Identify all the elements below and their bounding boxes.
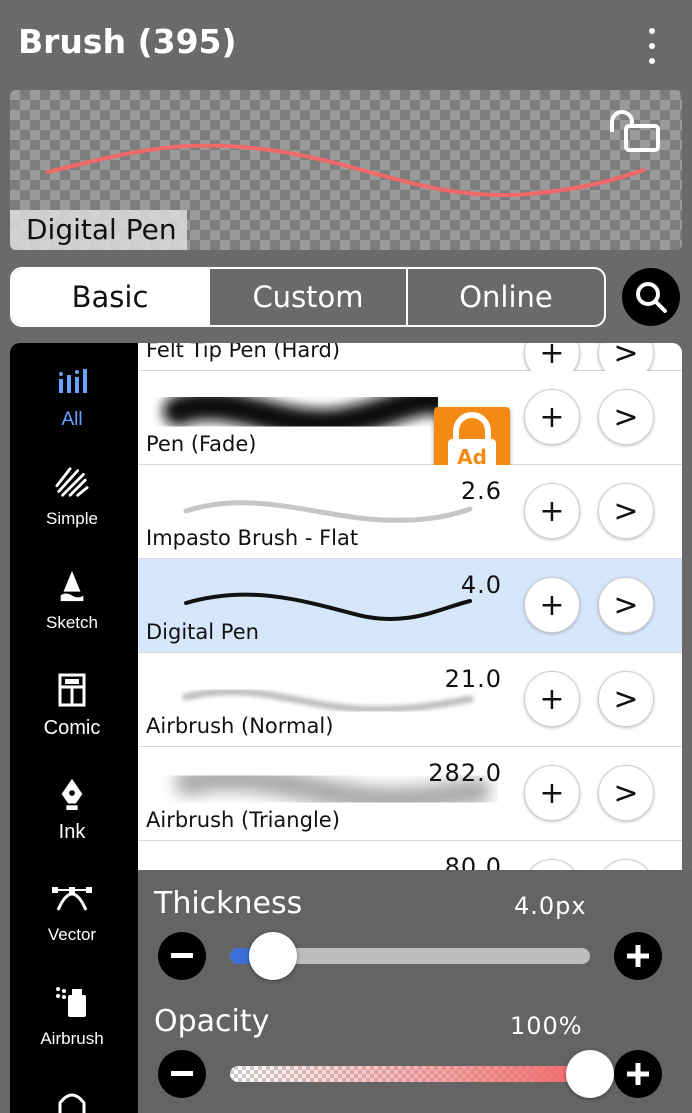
opacity-value: 100%: [510, 1012, 583, 1040]
brush-name: Pen (Fade): [146, 432, 257, 456]
list-item[interactable]: Ad Pen (Fade) + >: [138, 371, 682, 487]
brush-list[interactable]: Felt Tip Pen (Hard) + > Ad Pen (Fade) + …: [138, 343, 682, 870]
add-brush-button[interactable]: +: [524, 859, 580, 870]
minus-icon: [171, 953, 193, 958]
tab-online[interactable]: Online: [406, 269, 604, 325]
category-more[interactable]: [10, 1085, 134, 1113]
bezier-icon: [52, 887, 92, 911]
category-label: Airbrush: [40, 1029, 104, 1048]
brush-name: Airbrush (Triangle): [146, 808, 340, 832]
eraser-icon: [58, 1093, 86, 1113]
brush-detail-button[interactable]: >: [598, 389, 654, 445]
brush-detail-button[interactable]: >: [598, 483, 654, 539]
brush-detail-button[interactable]: >: [598, 859, 654, 870]
thickness-decrease-button[interactable]: [158, 932, 206, 980]
list-item[interactable]: 21.0 Airbrush (Normal) + >: [138, 653, 682, 747]
add-brush-button[interactable]: +: [524, 483, 580, 539]
category-airbrush[interactable]: Airbrush: [10, 985, 134, 1049]
search-button[interactable]: [622, 268, 680, 326]
opacity-increase-button[interactable]: [614, 1050, 662, 1098]
opacity-slider-track[interactable]: [230, 1066, 590, 1082]
category-sidebar: All Simple Sketch Comic Ink Vector Airbr…: [10, 343, 138, 1113]
category-sketch[interactable]: Sketch: [10, 569, 134, 633]
brush-detail-button[interactable]: >: [598, 765, 654, 821]
panel-title: Brush (395): [18, 22, 237, 61]
brush-size: 2.6: [460, 477, 502, 505]
brush-size: 282.0: [428, 759, 502, 787]
category-vector[interactable]: Vector: [10, 881, 134, 945]
opacity-slider-thumb[interactable]: [566, 1050, 614, 1098]
add-brush-button[interactable]: +: [524, 389, 580, 445]
brush-name: Airbrush (Normal): [146, 714, 334, 738]
list-item[interactable]: Felt Tip Pen (Hard) + >: [138, 343, 682, 381]
brush-size: 4.0: [460, 571, 502, 599]
brush-name: Impasto Brush - Flat: [146, 526, 359, 550]
category-label: Ink: [58, 821, 86, 843]
plus-icon: [627, 1063, 649, 1085]
brush-settings: Thickness 4.0px Opacity 100%: [138, 870, 692, 1113]
pen-nib-icon: [61, 778, 83, 811]
add-brush-button[interactable]: +: [524, 577, 580, 633]
category-label: Sketch: [46, 613, 98, 632]
category-all[interactable]: All: [10, 365, 134, 431]
brush-detail-button[interactable]: >: [598, 671, 654, 727]
category-label: All: [61, 409, 83, 430]
plus-icon: [627, 945, 649, 967]
thickness-slider-thumb[interactable]: [249, 932, 298, 980]
brush-source-tabs: Basic Custom Online: [10, 267, 606, 327]
brush-panel: Brush (395) Digital Pen Basic Custom Onl…: [0, 0, 692, 1113]
thickness-value: 4.0px: [514, 892, 587, 920]
category-label: Vector: [47, 925, 97, 944]
preview-brush-name: Digital Pen: [10, 210, 187, 250]
opacity-decrease-button[interactable]: [158, 1050, 206, 1098]
tab-basic[interactable]: Basic: [12, 269, 208, 325]
kebab-menu-icon[interactable]: [640, 28, 664, 64]
category-simple[interactable]: Simple: [10, 465, 134, 529]
search-icon: [636, 282, 667, 313]
category-label: Simple: [46, 509, 98, 528]
category-label: Comic: [43, 717, 101, 739]
brush-name: Digital Pen: [146, 620, 259, 644]
add-brush-button[interactable]: +: [524, 671, 580, 727]
spray-icon: [56, 987, 86, 1017]
bars-icon: [59, 369, 87, 393]
brush-size: 80.0: [444, 853, 502, 870]
list-item[interactable]: 2.6 Impasto Brush - Flat + >: [138, 465, 682, 559]
pencil-icon: [60, 570, 84, 602]
category-comic[interactable]: Comic: [10, 673, 134, 740]
tab-custom[interactable]: Custom: [208, 269, 406, 325]
opacity-label: Opacity: [154, 1004, 270, 1039]
minus-icon: [171, 1071, 193, 1076]
unlock-icon[interactable]: [606, 110, 662, 154]
thickness-increase-button[interactable]: [614, 932, 662, 980]
brush-preview: Digital Pen: [10, 90, 682, 250]
thickness-label: Thickness: [154, 886, 303, 921]
list-item[interactable]: 80.0 + >: [138, 841, 682, 870]
scribble-icon: [55, 467, 89, 497]
add-brush-button[interactable]: +: [524, 765, 580, 821]
brush-name: Felt Tip Pen (Hard): [146, 343, 341, 362]
list-item[interactable]: 282.0 Airbrush (Triangle) + >: [138, 747, 682, 841]
category-ink[interactable]: Ink: [10, 777, 134, 844]
list-item-selected[interactable]: 4.0 Digital Pen + >: [138, 559, 682, 653]
comic-frame-icon: [58, 673, 86, 707]
brush-size: 21.0: [444, 665, 502, 693]
brush-detail-button[interactable]: >: [598, 577, 654, 633]
